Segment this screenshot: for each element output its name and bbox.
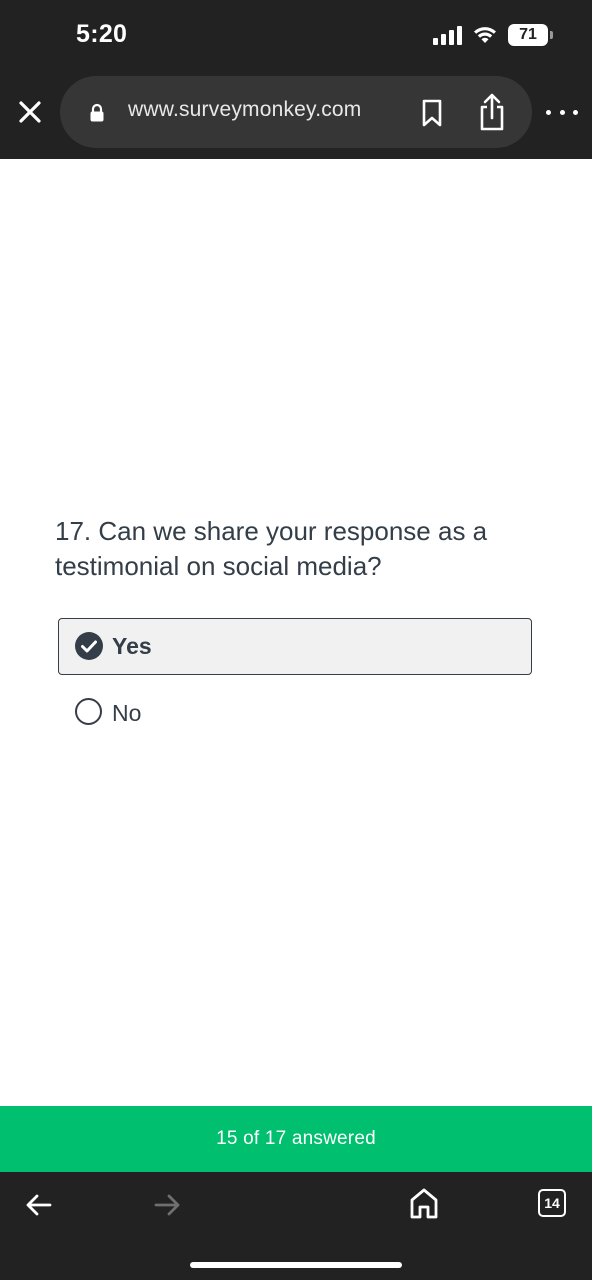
close-icon	[19, 101, 41, 123]
lock-icon	[90, 103, 104, 122]
tabs-icon[interactable]: 14	[538, 1189, 566, 1217]
status-icons: 71	[433, 22, 553, 48]
close-button[interactable]	[14, 96, 46, 128]
battery-level: 71	[519, 26, 537, 43]
wifi-icon	[474, 27, 496, 43]
question-title: 17. Can we share your response as a test…	[55, 516, 488, 581]
more-options-button[interactable]	[546, 100, 578, 124]
option-label: No	[112, 700, 142, 726]
browser-top-bar: www.surveymonkey.com	[0, 70, 592, 159]
back-arrow-icon[interactable]	[24, 1190, 54, 1220]
home-icon[interactable]	[408, 1186, 440, 1220]
address-bar[interactable]: www.surveymonkey.com	[60, 76, 532, 148]
signal-icon	[433, 25, 462, 45]
checkmark-icon	[75, 632, 103, 660]
home-indicator	[190, 1262, 402, 1268]
more-icon	[546, 109, 551, 115]
battery-icon: 71	[508, 24, 553, 46]
radio-icon	[75, 698, 102, 725]
bookmark-icon[interactable]	[418, 98, 446, 128]
url-text: www.surveymonkey.com	[128, 98, 362, 121]
progress-text: 15 of 17 answered	[216, 1128, 376, 1149]
option-no[interactable]: No	[58, 689, 532, 735]
survey-content: 17. Can we share your response as a test…	[0, 159, 592, 1106]
status-bar: 5:20 71	[0, 0, 592, 70]
tab-count: 14	[544, 1195, 560, 1211]
browser-bottom-toolbar: 14	[0, 1172, 592, 1280]
progress-banner: 15 of 17 answered	[0, 1106, 592, 1172]
share-icon[interactable]	[476, 92, 508, 132]
status-time: 5:20	[76, 20, 128, 48]
option-yes[interactable]: Yes	[58, 618, 532, 675]
option-label: Yes	[112, 633, 152, 659]
forward-arrow-icon[interactable]	[152, 1190, 182, 1220]
